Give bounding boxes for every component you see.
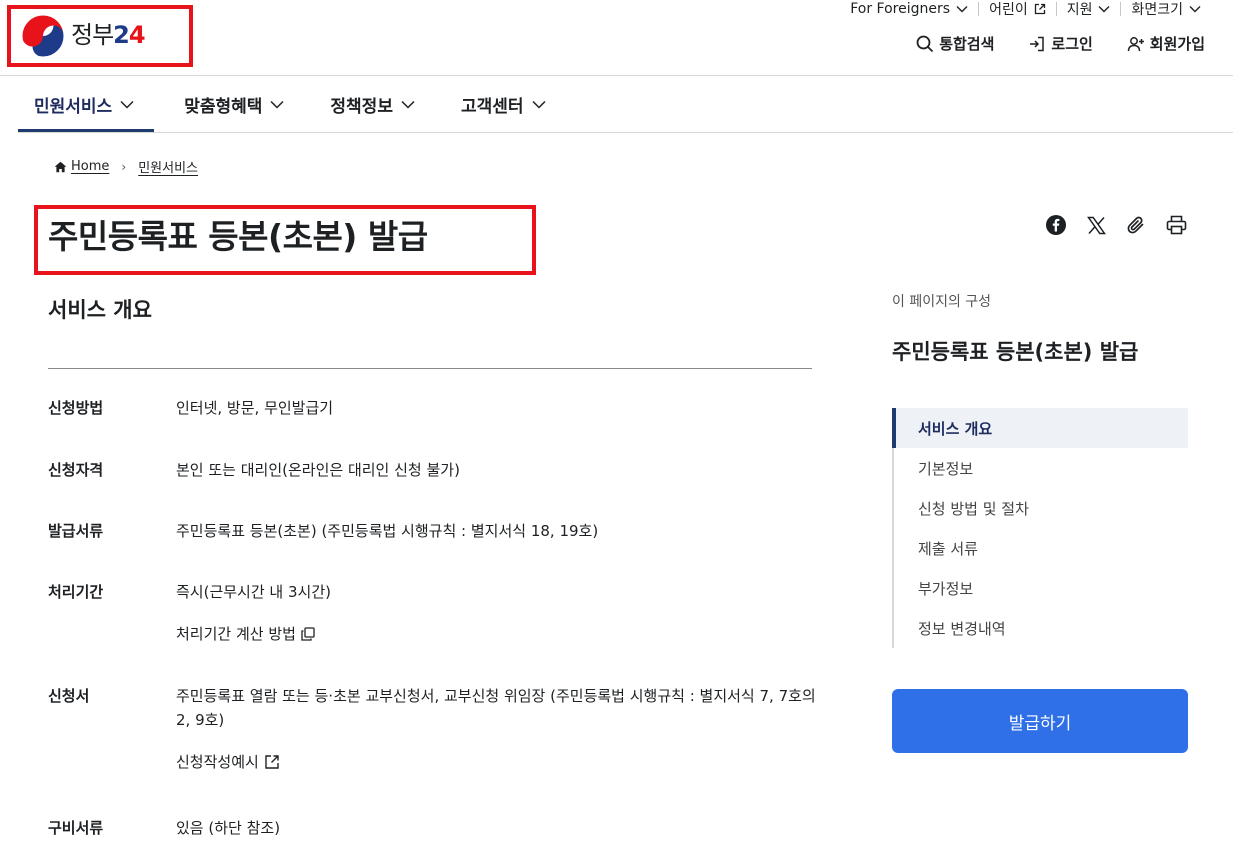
signup-button[interactable]: 회원가입 [1127,33,1205,54]
copy-icon [301,627,315,641]
nav-divider [18,132,1233,133]
screen-size-label: 화면크기 [1131,2,1183,18]
x-icon [1086,216,1106,234]
screen-size-menu[interactable]: 화면크기 [1120,2,1211,18]
for-foreigners-label: For Foreigners [850,1,951,17]
service-overview-table: 신청방법 인터넷, 방문, 무인발급기 신청자격 본인 또는 대리인(온라인은 … [48,396,818,840]
section-title: 서비스 개요 [48,298,152,322]
facebook-icon [1046,215,1066,235]
toc-item-procedure[interactable]: 신청 방법 및 절차 [894,488,1188,528]
toc-label: 이 페이지의 구성 [892,294,992,310]
info-key: 발급서류 [48,522,104,540]
toc-item-change-history[interactable]: 정보 변경내역 [894,608,1188,648]
chevron-down-icon [401,100,415,109]
info-key: 처리기간 [48,583,104,601]
printer-icon [1166,215,1186,235]
logo-text: 정부 [71,21,114,49]
info-value: 주민등록표 열람 또는 등·초본 교부신청서, 교부신청 위임장 (주민등록법 … [176,684,818,816]
form-example-label: 신청작성예시 [176,753,259,771]
section-divider [48,368,812,369]
info-row-method: 신청방법 인터넷, 방문, 무인발급기 [48,396,818,458]
info-row-qualification: 신청자격 본인 또는 대리인(온라인은 대리인 신청 불가) [48,458,818,519]
breadcrumb-home-link[interactable]: Home [71,159,109,174]
period-calc-label: 처리기간 계산 방법 [176,625,296,643]
nav-label: 민원서비스 [34,96,113,117]
facebook-share-button[interactable] [1045,214,1067,236]
chevron-down-icon [270,100,284,109]
toc-title: 주민등록표 등본(초본) 발급 [892,340,1139,364]
form-value: 주민등록표 열람 또는 등·초본 교부신청서, 교부신청 위임장 (주민등록법 … [176,687,816,729]
chevron-down-icon [532,100,546,109]
copy-link-button[interactable] [1125,214,1147,236]
share-tools [1045,214,1187,236]
info-row-documents: 발급서류 주민등록표 등본(초본) (주민등록법 시행규칙 : 별지서식 18,… [48,519,818,580]
info-row-form: 신청서 주민등록표 열람 또는 등·초본 교부신청서, 교부신청 위임장 (주민… [48,684,818,816]
utility-nav: For Foreigners 어린이 지원 화면크기 [840,0,1211,18]
add-user-icon [1127,36,1144,51]
search-label: 통합검색 [939,35,995,53]
info-key: 구비서류 [48,819,104,837]
info-key: 신청방법 [48,399,104,417]
nav-policy-info[interactable]: 정책정보 [314,76,431,132]
logo-wordmark: 정부24 [71,19,146,51]
breadcrumb-separator-icon: › [121,159,127,174]
nav-label: 맞춤형혜택 [184,96,263,117]
integrated-search-button[interactable]: 통합검색 [916,33,994,54]
period-calc-link[interactable]: 처리기간 계산 방법 [176,622,818,646]
logo-number-4: 4 [128,21,146,49]
support-menu[interactable]: 지원 [1055,2,1121,18]
taegeuk-emblem-icon [21,14,65,58]
nav-custom-benefits[interactable]: 맞춤형혜택 [168,76,300,132]
for-foreigners-link[interactable]: For Foreigners [840,1,978,17]
issue-button[interactable]: 발급하기 [892,689,1188,753]
login-button[interactable]: 로그인 [1028,33,1093,54]
print-button[interactable] [1165,214,1187,236]
form-example-link[interactable]: 신청작성예시 [176,750,818,774]
toc-list: 서비스 개요 기본정보 신청 방법 및 절차 제출 서류 부가정보 정보 변경내… [892,408,1188,648]
site-logo[interactable]: 정부24 [11,9,189,63]
toc-item-additional-info[interactable]: 부가정보 [894,568,1188,608]
chevron-down-icon [956,6,968,13]
header-actions: 통합검색 로그인 회원가입 [916,33,1205,54]
external-link-icon [265,755,279,769]
breadcrumb: Home › 민원서비스 [54,157,198,176]
search-icon [916,35,934,52]
toc-item-basic-info[interactable]: 기본정보 [894,448,1188,488]
info-key: 신청자격 [48,461,104,479]
paperclip-icon [1127,216,1144,234]
login-label: 로그인 [1051,35,1093,53]
period-value: 즉시(근무시간 내 3시간) [176,583,331,601]
info-value: 있음 (하단 참조) [176,819,281,837]
info-value: 본인 또는 대리인(온라인은 대리인 신청 불가) [176,461,460,479]
breadcrumb-current-link[interactable]: 민원서비스 [138,157,198,176]
nav-label: 고객센터 [460,96,524,117]
nav-civil-services[interactable]: 민원서비스 [18,76,155,132]
info-value: 주민등록표 등본(초본) (주민등록법 시행규칙 : 별지서식 18, 19호) [176,522,599,540]
info-row-period: 처리기간 즉시(근무시간 내 3시간) 처리기간 계산 방법 [48,580,818,684]
support-label: 지원 [1066,2,1093,18]
info-key: 신청서 [48,687,90,705]
x-share-button[interactable] [1085,214,1107,236]
logo-number: 2 [113,21,130,49]
main-nav: 민원서비스 맞춤형혜택 정책정보 고객센터 [18,76,562,132]
kids-label: 어린이 [989,2,1028,18]
info-row-required-docs: 구비서류 있음 (하단 참조) [48,816,818,840]
info-value: 즉시(근무시간 내 3시간) 처리기간 계산 방법 [176,580,818,684]
home-icon [54,161,67,172]
toc-item-documents[interactable]: 제출 서류 [894,528,1188,568]
external-link-icon [1034,3,1045,15]
chevron-down-icon [120,100,134,109]
toc-item-overview[interactable]: 서비스 개요 [892,408,1188,448]
info-value: 인터넷, 방문, 무인발급기 [176,399,334,417]
nav-customer-center[interactable]: 고객센터 [445,76,562,132]
signup-label: 회원가입 [1149,35,1205,53]
page-title: 주민등록표 등본(초본) 발급 [48,217,428,256]
login-icon [1030,36,1045,51]
chevron-down-icon [1098,6,1110,13]
nav-label: 정책정보 [330,96,393,117]
kids-link[interactable]: 어린이 [978,2,1056,18]
chevron-down-icon [1189,6,1201,13]
